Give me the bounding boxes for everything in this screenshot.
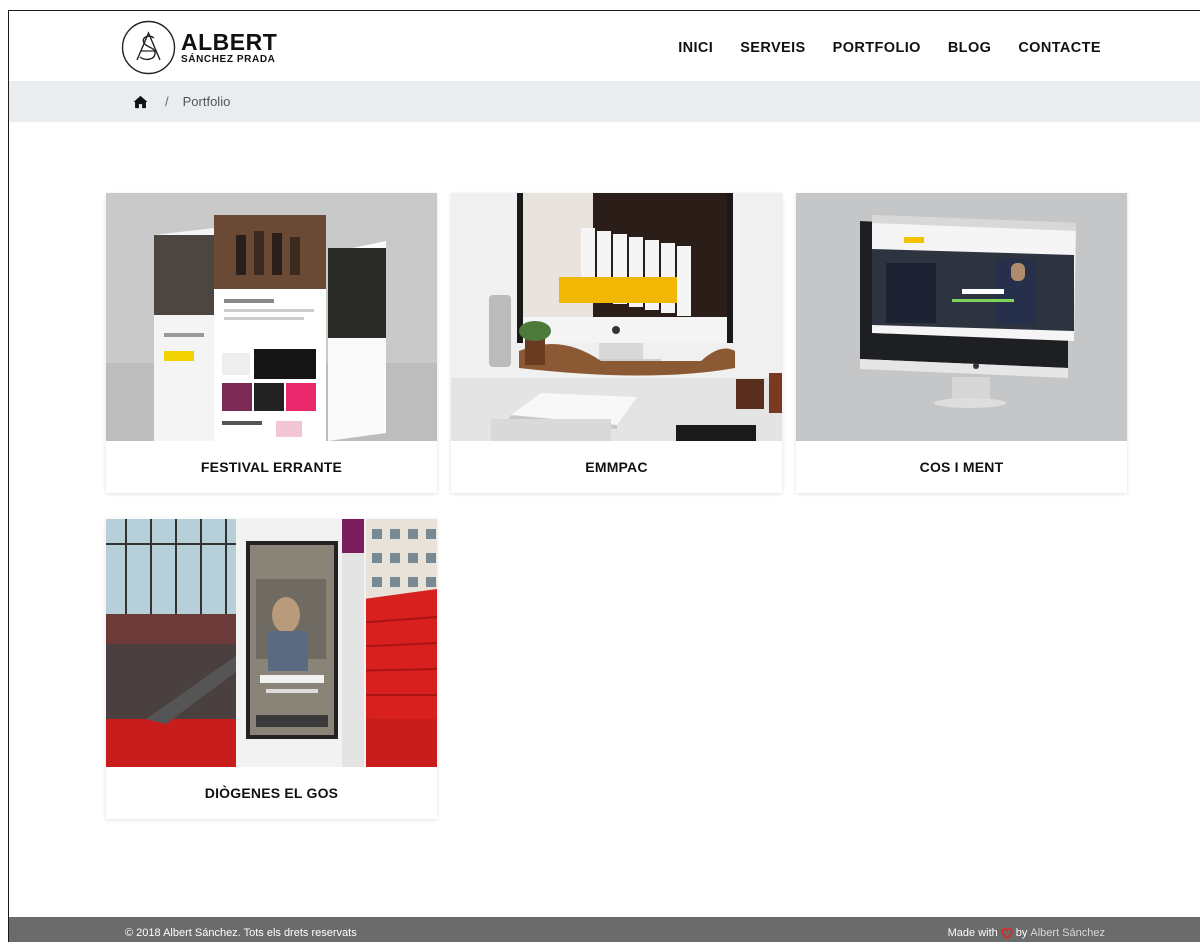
card-title: DIÒGENES EL GOS: [204, 785, 339, 801]
portfolio-card-festival-errante[interactable]: FESTIVAL ERRANTE: [106, 193, 437, 493]
cos-i-ment-thumbnail: [796, 193, 1127, 441]
footer-copyright: © 2018 Albert Sánchez. Tots els drets re…: [125, 927, 357, 939]
logo-subtitle: SÁNCHEZ PRADA: [181, 53, 276, 65]
portfolio-card-diogenes-el-gos[interactable]: DIÒGENES EL GOS: [106, 519, 437, 819]
nav-item-portfolio[interactable]: PORTFOLIO: [833, 40, 921, 56]
site-logo[interactable]: ALBERT SÁNCHEZ PRADA: [121, 20, 277, 75]
footer-made-with: Made with: [947, 927, 998, 939]
site-header: ALBERT SÁNCHEZ PRADA INICI SERVEIS PORTF…: [9, 11, 1200, 81]
card-title: EMMPAC: [585, 459, 648, 475]
breadcrumb: / Portfolio: [9, 81, 1200, 122]
portfolio-card-cos-i-ment[interactable]: COS I MENT: [796, 193, 1127, 493]
logo-monogram-icon: [121, 20, 176, 75]
footer-author-link[interactable]: Albert Sánchez: [1030, 927, 1105, 939]
nav-item-serveis[interactable]: SERVEIS: [740, 40, 805, 56]
card-title: COS I MENT: [919, 459, 1004, 475]
festival-errante-thumbnail: [106, 193, 437, 441]
nav-item-contacte[interactable]: CONTACTE: [1018, 40, 1101, 56]
page-frame: ALBERT SÁNCHEZ PRADA INICI SERVEIS PORTF…: [8, 10, 1200, 942]
card-title: FESTIVAL ERRANTE: [200, 459, 343, 475]
diogenes-el-gos-thumbnail: [106, 519, 437, 767]
heart-icon: [1001, 927, 1013, 939]
home-icon[interactable]: [133, 95, 148, 109]
nav-item-blog[interactable]: BLOG: [948, 40, 992, 56]
footer-by: by: [1015, 927, 1028, 939]
breadcrumb-separator: /: [165, 94, 169, 109]
logo-name: ALBERT: [181, 28, 278, 55]
breadcrumb-current: Portfolio: [182, 94, 231, 109]
site-footer: © 2018 Albert Sánchez. Tots els drets re…: [9, 917, 1200, 942]
portfolio-card-emmpac[interactable]: EMMPAC: [451, 193, 782, 493]
footer-credit: Made with by Albert Sánchez: [948, 927, 1105, 939]
nav-item-inici[interactable]: INICI: [678, 40, 713, 56]
main-nav: INICI SERVEIS PORTFOLIO BLOG CONTACTE: [678, 40, 1101, 56]
emmpac-thumbnail: [451, 193, 782, 441]
